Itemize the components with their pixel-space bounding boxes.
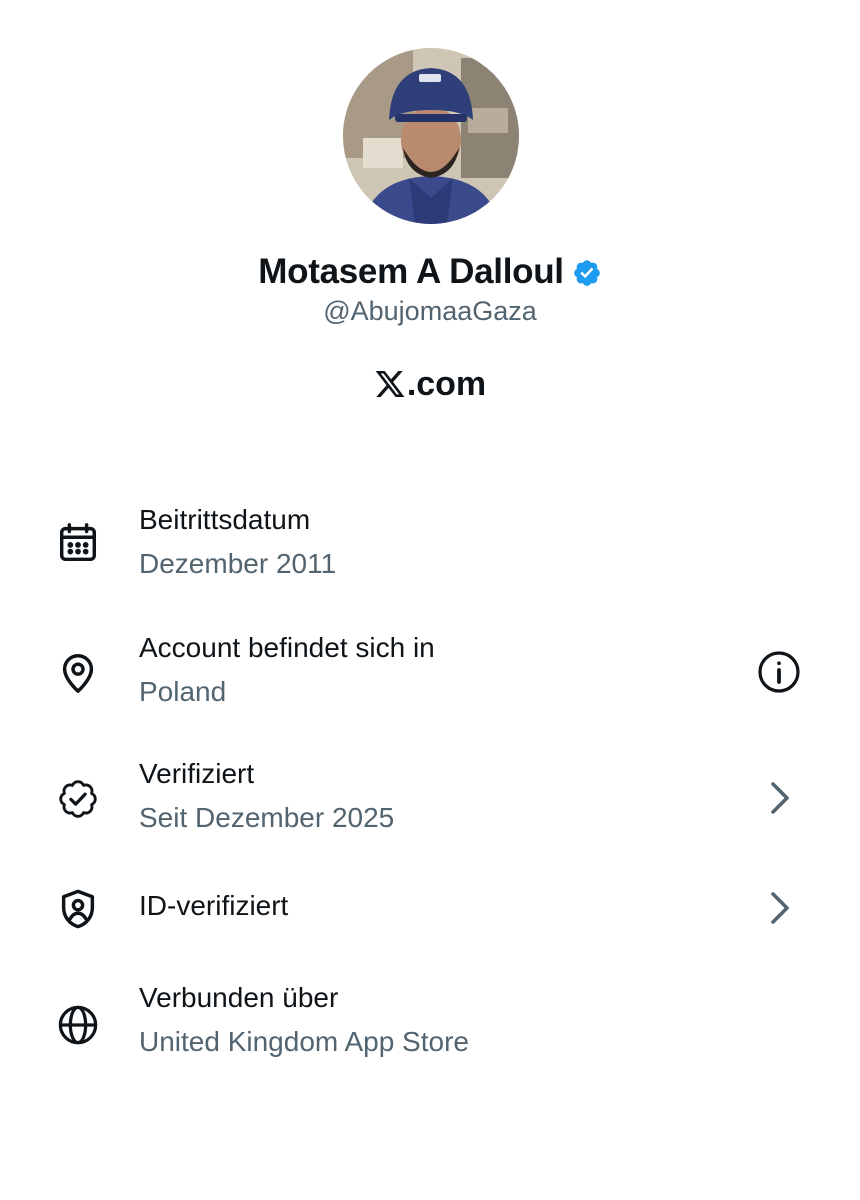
info-icon[interactable] xyxy=(755,648,803,696)
avatar-photo xyxy=(343,48,519,224)
about-item-subtitle: Seit Dezember 2025 xyxy=(139,802,395,833)
about-item-title: ID-verifiziert xyxy=(139,890,289,921)
about-item-subtitle: United Kingdom App Store xyxy=(139,1026,469,1057)
profile-name-row: Motasem A Dalloul xyxy=(0,248,860,296)
about-item-subtitle: Dezember 2011 xyxy=(139,548,337,579)
site-label: .com xyxy=(0,362,860,406)
chevron-right-icon[interactable] xyxy=(755,774,803,822)
id-shield-icon xyxy=(55,886,101,932)
x-logo-icon xyxy=(375,371,405,397)
display-name: Motasem A Dalloul xyxy=(258,252,564,291)
location-pin-icon xyxy=(55,650,101,696)
site-text: .com xyxy=(406,364,487,403)
profile-handle: @AbujomaaGaza xyxy=(323,296,537,326)
chevron-right-icon[interactable] xyxy=(755,884,803,932)
calendar-icon xyxy=(55,520,101,566)
about-item-title: Account befindet sich in xyxy=(139,632,435,663)
about-item-title: Verbunden über xyxy=(139,982,339,1013)
profile-avatar[interactable] xyxy=(343,48,519,224)
verified-badge-icon[interactable] xyxy=(572,258,602,288)
about-item-title: Beitrittsdatum xyxy=(139,504,311,535)
about-item-title: Verifiziert xyxy=(139,758,255,789)
verified-check-icon xyxy=(55,776,101,822)
about-item-subtitle: Poland xyxy=(139,676,227,707)
globe-icon xyxy=(55,1002,101,1048)
